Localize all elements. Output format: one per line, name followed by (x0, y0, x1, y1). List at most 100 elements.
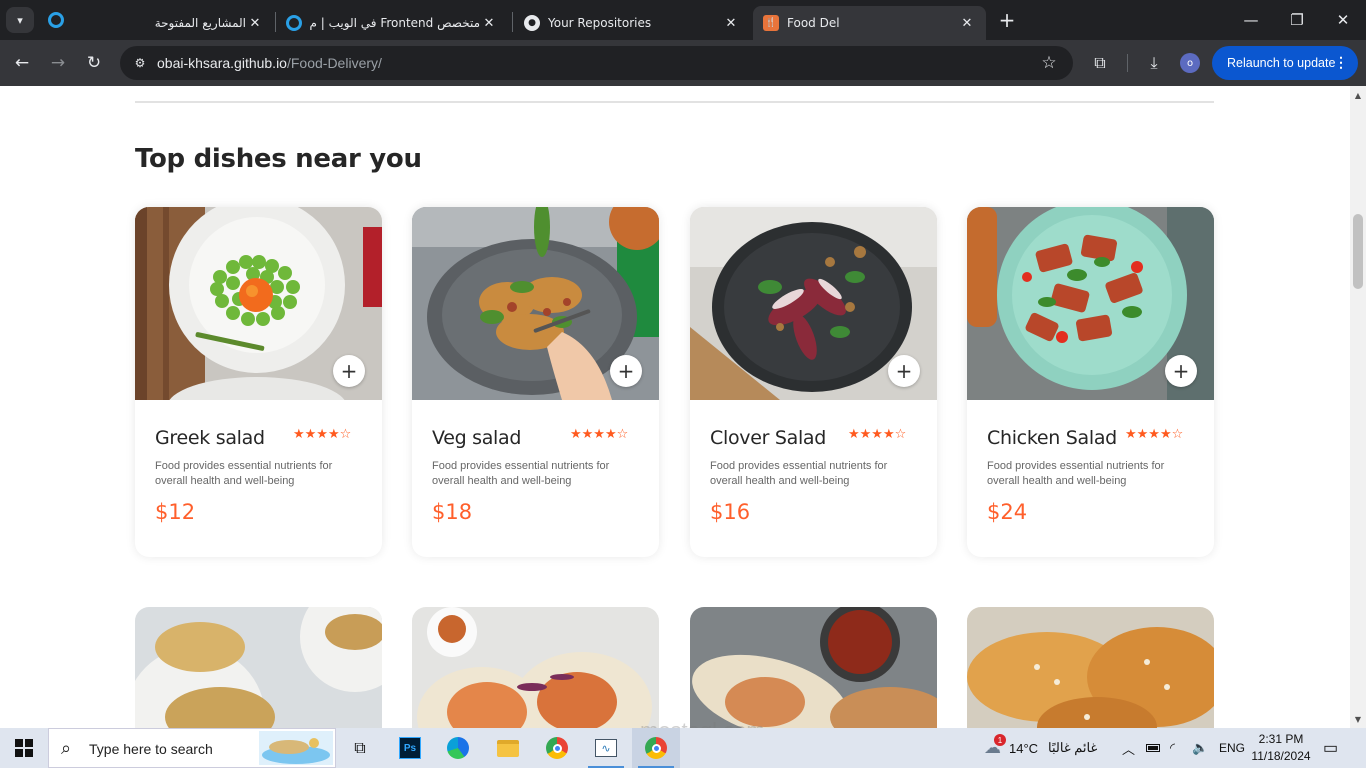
close-icon[interactable]: ✕ (722, 14, 740, 32)
notification-badge: 1 (994, 734, 1006, 746)
download-icon[interactable]: ⤓ (1140, 49, 1168, 77)
chrome-taskbar-app[interactable] (533, 728, 581, 768)
plus-icon: + (617, 359, 635, 383)
scroll-down-icon[interactable]: ▼ (1350, 712, 1366, 726)
tab-title: المشاريع المفتوحة (154, 16, 246, 30)
close-icon: ✕ (1336, 11, 1350, 29)
page-scrollbar[interactable]: ▲ ▼ (1350, 86, 1366, 728)
food-description: Food provides essential nutrients for ov… (710, 460, 888, 487)
food-card-chicken-salad[interactable]: + Chicken Salad ★★★★☆ Food provides esse… (967, 207, 1214, 557)
close-icon[interactable]: ✕ (958, 14, 976, 32)
minimize-button[interactable]: — (1228, 0, 1274, 40)
food-card[interactable] (690, 607, 937, 728)
task-manager-taskbar-app[interactable]: ∿ (582, 728, 630, 768)
back-button[interactable]: ← (8, 49, 36, 77)
close-window-button[interactable]: ✕ (1320, 0, 1366, 40)
food-card[interactable] (412, 607, 659, 728)
language-indicator[interactable]: ENG (1219, 728, 1245, 768)
task-view-button[interactable]: ⧉ (336, 728, 384, 768)
food-card[interactable] (135, 607, 382, 728)
tab-open-projects[interactable]: المشاريع المفتوحة ✕ (140, 6, 274, 40)
food-name: Chicken Salad (987, 427, 1117, 449)
food-price: $24 (987, 500, 1028, 524)
section-divider (135, 101, 1214, 103)
wifi-icon[interactable]: ◜ (1170, 728, 1175, 768)
edge-icon (447, 737, 469, 759)
relaunch-label: Relaunch to update (1227, 56, 1336, 70)
search-highlight-art-icon (259, 731, 333, 765)
extensions-icon[interactable]: ⧉ (1086, 49, 1114, 77)
restore-button[interactable]: ❐ (1274, 0, 1320, 40)
start-button[interactable] (0, 728, 48, 768)
chevron-down-icon: ▾ (17, 13, 23, 27)
chat-bubble-icon: ▭ (1323, 740, 1339, 757)
food-description: Food provides essential nutrients for ov… (155, 460, 333, 487)
food-image (967, 607, 1214, 728)
clock[interactable]: 2:31 PM 11/18/2024 (1246, 731, 1316, 765)
plus-icon: + (895, 359, 913, 383)
minimize-icon: — (1243, 11, 1259, 29)
arrow-left-icon: ← (14, 53, 30, 73)
plus-icon: + (998, 8, 1016, 32)
more-vert-icon[interactable]: ⋮ (1334, 54, 1348, 71)
browser-toolbar: ← → ↻ ⚙ obai-khsara.github.io/Food-Deliv… (0, 40, 1366, 86)
section-title: Top dishes near you (135, 144, 422, 174)
food-favicon-icon: 🍴 (763, 15, 779, 31)
url-path: /Food-Delivery/ (286, 55, 382, 71)
food-card-clover-salad[interactable]: + Clover Salad ★★★★☆ Food provides essen… (690, 207, 937, 557)
site-favicon-icon (286, 15, 302, 31)
file-explorer-taskbar-app[interactable] (484, 728, 532, 768)
food-card-greek-salad[interactable]: + Greek salad ★★★★☆ Food provides essent… (135, 207, 382, 557)
plus-icon: + (340, 359, 358, 383)
site-info-icon[interactable]: ⚙ (128, 51, 152, 75)
address-bar[interactable]: ⚙ obai-khsara.github.io/Food-Delivery/ ☆ (120, 46, 1073, 80)
edge-taskbar-app[interactable] (434, 728, 482, 768)
task-view-icon: ⧉ (354, 738, 366, 757)
close-icon[interactable]: ✕ (480, 14, 498, 32)
profile-avatar[interactable]: o (1180, 53, 1200, 73)
chrome-icon (645, 737, 667, 759)
photoshop-icon: Ps (399, 737, 421, 759)
food-name: Veg salad (432, 427, 522, 449)
reload-button[interactable]: ↻ (80, 49, 108, 77)
add-to-cart-button[interactable]: + (1165, 355, 1197, 387)
weather-widget[interactable]: ☁ 1 14°C غائم غالبًا (984, 728, 1097, 768)
tab-your-repositories[interactable]: ● Your Repositories ✕ (514, 6, 750, 40)
new-tab-button[interactable]: + (995, 8, 1019, 32)
photoshop-taskbar-app[interactable]: Ps (386, 728, 434, 768)
add-to-cart-button[interactable]: + (333, 355, 365, 387)
search-icon: ⌕ (61, 738, 72, 759)
chrome-profile-taskbar-app[interactable] (632, 728, 680, 768)
scroll-up-icon[interactable]: ▲ (1350, 88, 1366, 102)
add-to-cart-button[interactable]: + (888, 355, 920, 387)
search-placeholder: Type here to search (89, 741, 213, 757)
food-name: Clover Salad (710, 427, 827, 449)
food-price: $18 (432, 500, 473, 524)
url-host: obai-khsara.github.io (157, 55, 287, 71)
taskbar-search-box[interactable]: ⌕ Type here to search (48, 728, 336, 768)
weather-temp: 14°C (1009, 740, 1039, 756)
pinned-site-icon[interactable] (48, 12, 64, 28)
tab-food-del[interactable]: 🍴 Food Del ✕ (753, 6, 986, 40)
scrollbar-thumb[interactable] (1353, 214, 1363, 289)
cloud-icon: ☁ 1 (984, 734, 1006, 758)
food-card-veg-salad[interactable]: + Veg salad ★★★★☆ Food provides essentia… (412, 207, 659, 557)
rating-stars-icon: ★★★★☆ (570, 427, 629, 442)
url-text[interactable]: obai-khsara.github.io/Food-Delivery/ (157, 55, 382, 71)
volume-icon[interactable]: 🔈 (1192, 728, 1208, 768)
add-to-cart-button[interactable]: + (610, 355, 642, 387)
tab-frontend-specialist[interactable]: متخصص Frontend في الويب | م ✕ (276, 6, 508, 40)
show-hidden-icons-button[interactable]: ︿ (1122, 728, 1135, 768)
food-card[interactable] (967, 607, 1214, 728)
forward-button[interactable]: → (44, 49, 72, 77)
close-icon[interactable]: ✕ (246, 14, 264, 32)
relaunch-to-update-button[interactable]: Relaunch to update ⋮ (1212, 46, 1358, 80)
notification-center-button[interactable]: ▭ (1323, 728, 1338, 768)
restore-icon: ❐ (1290, 11, 1304, 29)
windows-logo-icon (15, 739, 33, 757)
battery-icon[interactable] (1146, 728, 1160, 768)
tab-search-button[interactable]: ▾ (6, 7, 34, 33)
github-icon: ● (524, 15, 540, 31)
watermark: mostaql.com (640, 718, 765, 728)
bookmark-star-icon[interactable]: ☆ (1037, 51, 1061, 75)
